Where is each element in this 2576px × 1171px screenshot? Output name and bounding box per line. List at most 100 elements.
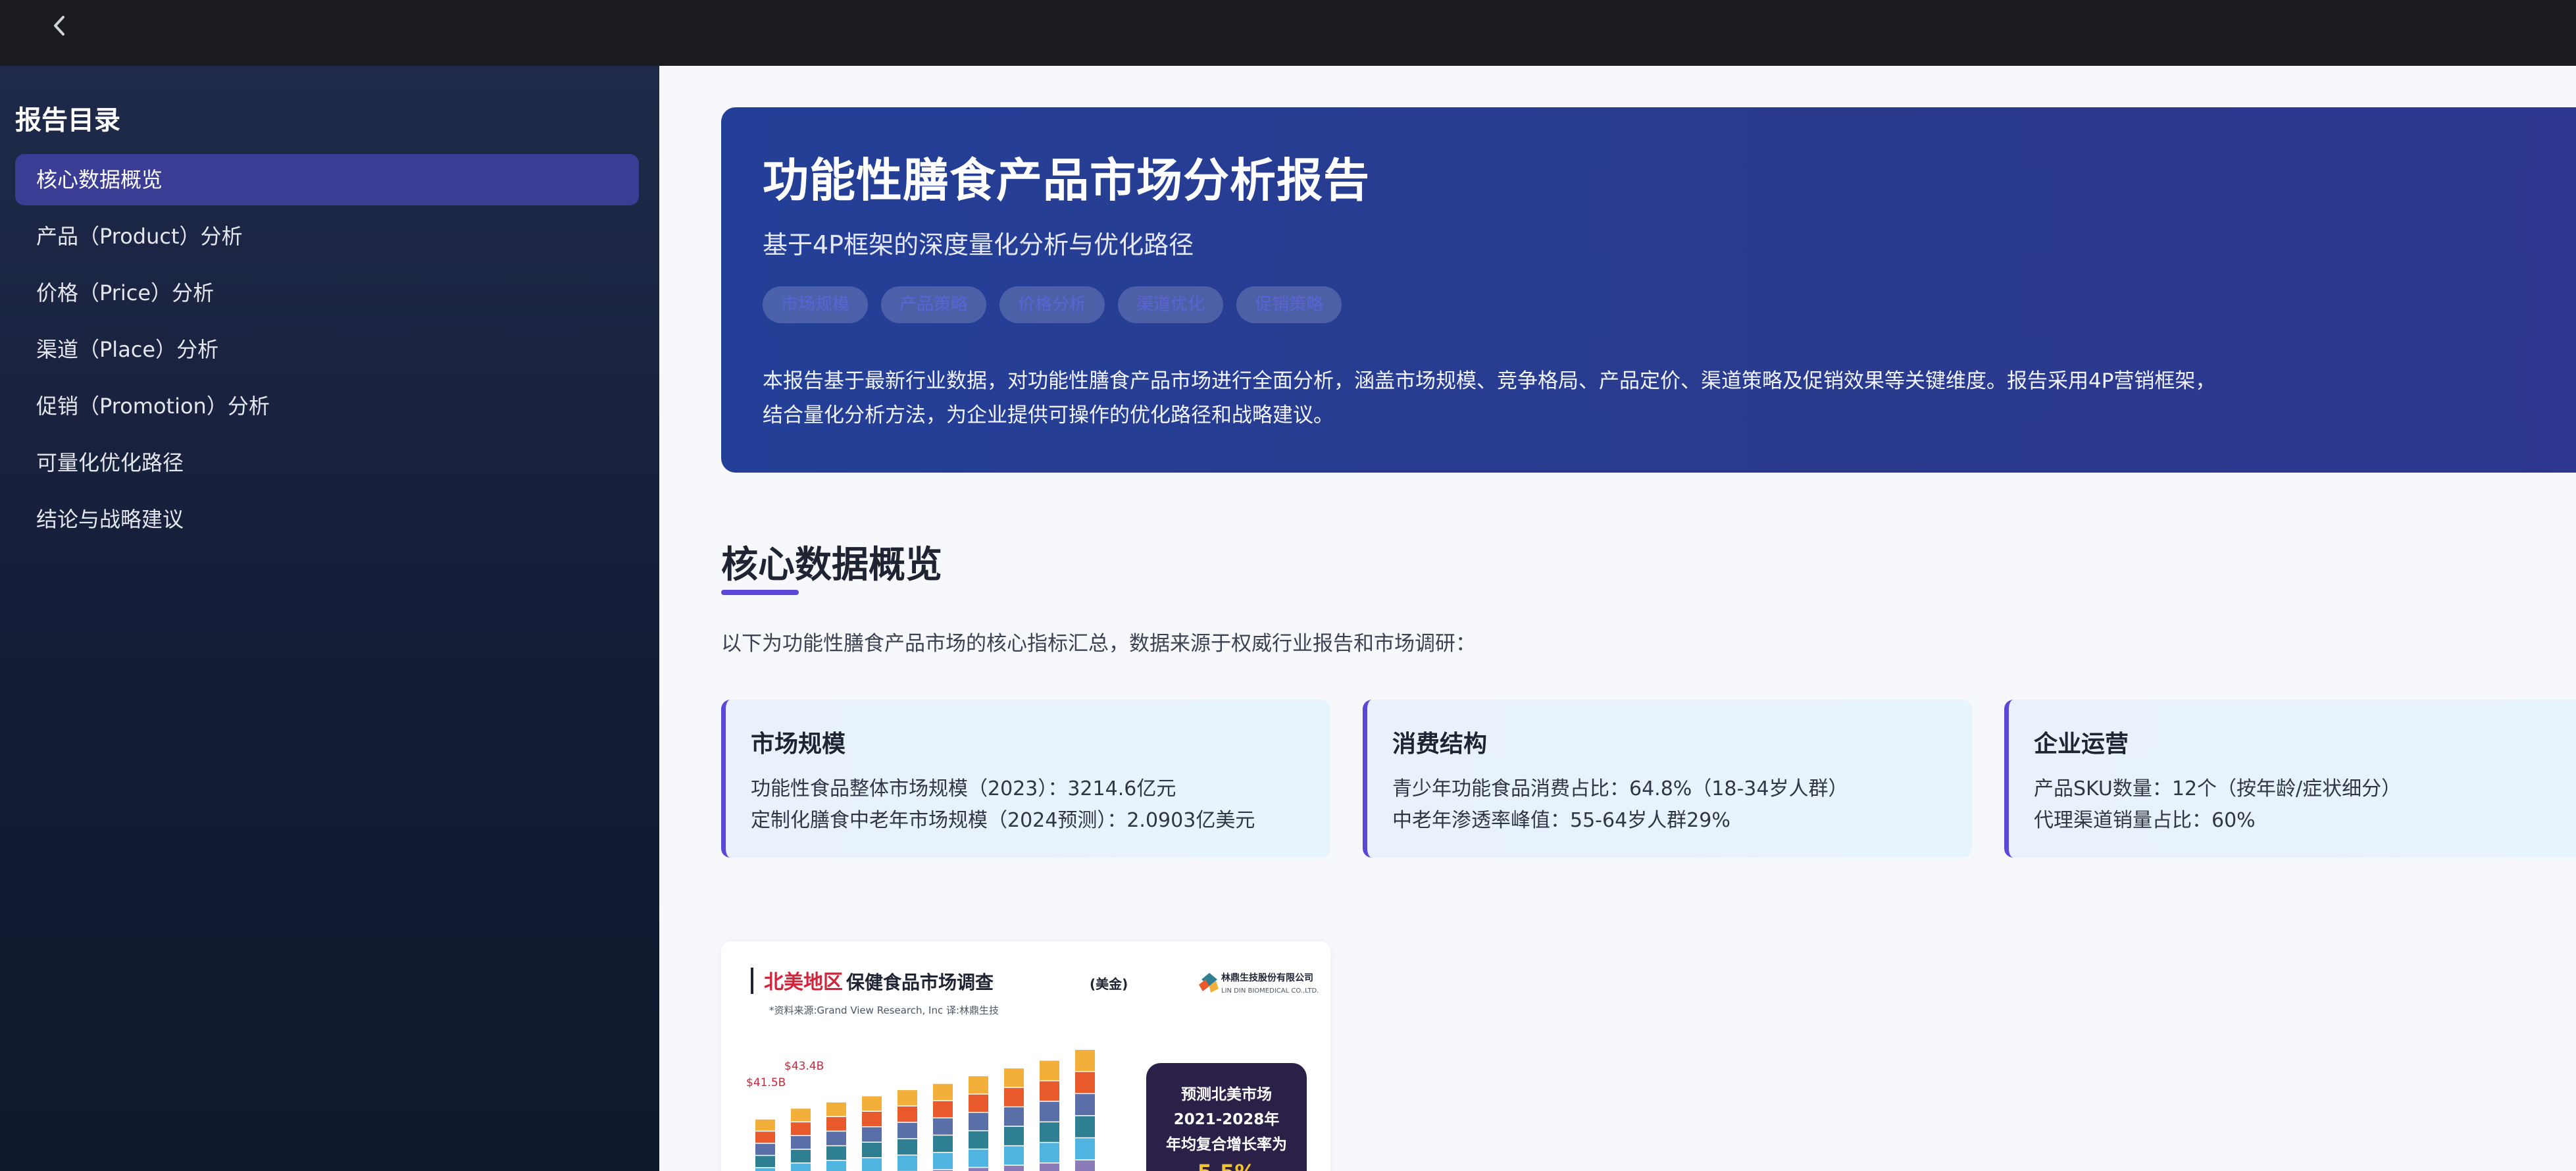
- bar-segment: [862, 1096, 882, 1111]
- card-line: 代理渠道销量占比：60%: [2034, 809, 2256, 832]
- bar-segment: [755, 1168, 775, 1171]
- report-hero-banner: 功能性膳食产品市场分析报告 基于4P框架的深度量化分析与优化路径 市场规模 产品…: [721, 107, 2576, 473]
- main-content: 功能性膳食产品市场分析报告 基于4P框架的深度量化分析与优化路径 市场规模 产品…: [659, 66, 2576, 1171]
- report-description: 本报告基于最新行业数据，对功能性膳食产品市场进行全面分析，涵盖市场规模、竞争格局…: [763, 364, 2276, 432]
- callout-value: 5.5%: [1198, 1160, 1256, 1171]
- bar-segment: [969, 1076, 988, 1094]
- bar-segment: [791, 1149, 811, 1163]
- bar-segment: [1004, 1087, 1024, 1106]
- bar-segment: [791, 1135, 811, 1149]
- bar-label-first: $41.5B: [746, 1076, 786, 1089]
- bar-segment: [1075, 1160, 1095, 1171]
- bar-segment: [969, 1168, 988, 1171]
- tag-list: 市场规模 产品策略 价格分析 渠道优化 促销策略: [763, 286, 1342, 323]
- card-line: 功能性食品整体市场规模（2023）：3214.6亿元: [751, 777, 1176, 800]
- bar-segment: [826, 1117, 846, 1131]
- bar-segment: [1075, 1072, 1095, 1093]
- bar-segment: [1075, 1050, 1095, 1072]
- bar-segment: [1004, 1126, 1024, 1145]
- infographic-title-unit: (美金): [1090, 976, 1128, 992]
- bar-segment: [826, 1102, 846, 1116]
- report-subtitle: 基于4P框架的深度量化分析与优化路径: [763, 230, 1194, 259]
- callout-line: 年均复合增长率为: [1166, 1135, 1287, 1153]
- bar-segment: [933, 1118, 953, 1135]
- metric-card-market-size: 市场规模 功能性食品整体市场规模（2023）：3214.6亿元 定制化膳食中老年…: [721, 700, 1330, 858]
- bar-segment: [1004, 1165, 1024, 1171]
- tag: 市场规模: [763, 286, 869, 323]
- bar-segment: [1004, 1107, 1024, 1126]
- company-name-cn: 林鼎生技股份有限公司: [1221, 972, 1313, 983]
- bar-segment: [755, 1156, 775, 1168]
- section-title: 核心数据概览: [721, 544, 942, 586]
- bar-segment: [1040, 1101, 1059, 1122]
- tag: 渠道优化: [1118, 286, 1224, 323]
- bar-segment: [1075, 1094, 1095, 1116]
- description-line: 本报告基于最新行业数据，对功能性膳食产品市场进行全面分析，涵盖市场规模、竞争格局…: [763, 369, 2216, 393]
- callout-line: 2021-2028年: [1174, 1110, 1280, 1128]
- infographic-image: 北美地区 保健食品市场调查 (美金) *资料来源:Grand View Rese…: [721, 941, 1330, 1171]
- bar-segment: [1040, 1060, 1059, 1081]
- top-bar: [0, 0, 2576, 66]
- bar-label-second: $43.4B: [784, 1060, 824, 1073]
- bar-segment: [969, 1112, 988, 1131]
- sidebar-item-conclusion[interactable]: 结论与战略建议: [15, 494, 639, 545]
- bar-segment: [1040, 1081, 1059, 1101]
- metric-card-operations: 企业运营 产品SKU数量：12个（按年龄/症状细分） 代理渠道销量占比：60%: [2004, 700, 2576, 858]
- sidebar-item-place[interactable]: 渠道（Place）分析: [15, 324, 639, 375]
- bar-segment: [897, 1106, 917, 1122]
- bar-segment: [862, 1158, 882, 1171]
- sidebar-item-price[interactable]: 价格（Price）分析: [15, 267, 639, 319]
- tag: 促销策略: [1236, 286, 1342, 323]
- infographic-title: 保健食品市场调查: [846, 972, 994, 993]
- bar-segment: [826, 1160, 846, 1171]
- bar-segment: [1040, 1143, 1059, 1163]
- card-title: 消费结构: [1392, 731, 1488, 758]
- sidebar: 报告目录 核心数据概览 产品（Product）分析 价格（Price）分析 渠道…: [0, 66, 659, 1171]
- company-name-en: LIN DIN BIOMEDICAL CO.,LTD.: [1221, 987, 1319, 995]
- bar-segment: [1075, 1138, 1095, 1160]
- bar-segment: [933, 1101, 953, 1118]
- bar-segment: [1075, 1116, 1095, 1137]
- bar-segment: [1040, 1122, 1059, 1142]
- bar-segment: [933, 1153, 953, 1170]
- bar-segment: [826, 1132, 846, 1145]
- sidebar-item-overview[interactable]: 核心数据概览: [15, 154, 639, 205]
- card-line: 中老年渗透率峰值：55-64岁人群29%: [1392, 809, 1730, 832]
- bar-segment: [1004, 1146, 1024, 1165]
- card-title: 企业运营: [2034, 731, 2129, 758]
- bar-segment: [862, 1112, 882, 1126]
- bar-segment: [933, 1135, 953, 1152]
- metric-card-consumption: 消费结构 青少年功能食品消费占比：64.8%（18-34岁人群） 中老年渗透率峰…: [1363, 700, 1972, 858]
- bar-segment: [969, 1094, 988, 1112]
- bar-segment: [755, 1132, 775, 1143]
- sidebar-item-product[interactable]: 产品（Product）分析: [15, 211, 639, 262]
- chevron-left-icon[interactable]: [46, 9, 72, 42]
- sidebar-item-optimization[interactable]: 可量化优化路径: [15, 437, 639, 488]
- infographic-source: *资料来源:Grand View Research, Inc 译:林鼎生技: [769, 1004, 999, 1016]
- sidebar-title: 报告目录: [15, 105, 120, 136]
- sidebar-item-promotion[interactable]: 促销（Promotion）分析: [15, 380, 639, 432]
- bar-segment: [755, 1119, 775, 1131]
- card-title: 市场规模: [751, 731, 846, 758]
- bar-segment: [969, 1131, 988, 1149]
- section-intro: 以下为功能性膳食产品市场的核心指标汇总，数据来源于权威行业报告和市场调研：: [721, 632, 1476, 656]
- bar-segment: [969, 1149, 988, 1167]
- bar-segment: [897, 1139, 917, 1155]
- bar-segment: [791, 1163, 811, 1171]
- sidebar-nav: 核心数据概览 产品（Product）分析 价格（Price）分析 渠道（Plac…: [15, 154, 639, 550]
- card-line: 青少年功能食品消费占比：64.8%（18-34岁人群）: [1392, 777, 1848, 800]
- report-title: 功能性膳食产品市场分析报告: [763, 153, 1370, 207]
- bar-segment: [1004, 1068, 1024, 1087]
- tag: 价格分析: [999, 286, 1105, 323]
- bar-segment: [791, 1108, 811, 1122]
- callout-line: 预测北美市场: [1181, 1085, 1272, 1103]
- infographic-image-card: 北美地区 保健食品市场调查 (美金) *资料来源:Grand View Rese…: [721, 941, 1330, 1171]
- description-line: 结合量化分析方法，为企业提供可操作的优化路径和战略建议。: [763, 403, 1334, 427]
- card-line: 定制化膳食中老年市场规模（2024预测）：2.0903亿美元: [751, 809, 1255, 832]
- bar-segment: [826, 1146, 846, 1160]
- card-line: 产品SKU数量：12个（按年龄/症状细分）: [2034, 777, 2402, 800]
- bar-segment: [862, 1143, 882, 1157]
- bar-segment: [1040, 1163, 1059, 1171]
- bar-segment: [897, 1090, 917, 1106]
- bar-segment: [755, 1143, 775, 1155]
